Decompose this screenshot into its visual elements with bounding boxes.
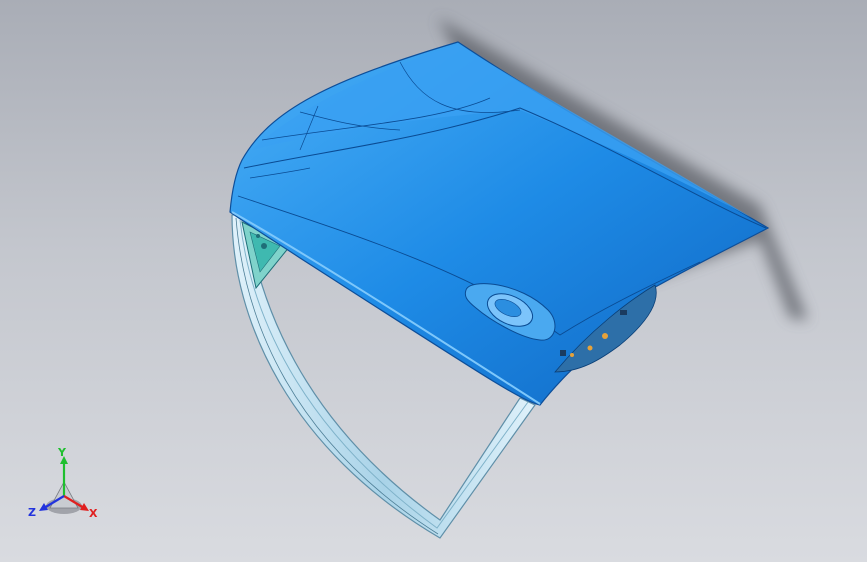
- z-axis-label: Z: [28, 506, 36, 519]
- x-axis-label: X: [89, 507, 98, 520]
- door-model-view[interactable]: [0, 0, 867, 562]
- inner-panel-hole: [587, 345, 593, 351]
- bracket-hole: [261, 243, 267, 249]
- orientation-triad[interactable]: Y X Z: [26, 446, 106, 526]
- y-axis-label: Y: [57, 446, 67, 459]
- graphics-viewport[interactable]: Y X Z: [0, 0, 867, 562]
- bracket-hole: [256, 234, 260, 238]
- inner-panel-hole: [602, 333, 608, 339]
- inner-panel-clip: [620, 310, 627, 315]
- inner-panel-clip: [560, 350, 566, 356]
- inner-panel-hole: [570, 353, 574, 357]
